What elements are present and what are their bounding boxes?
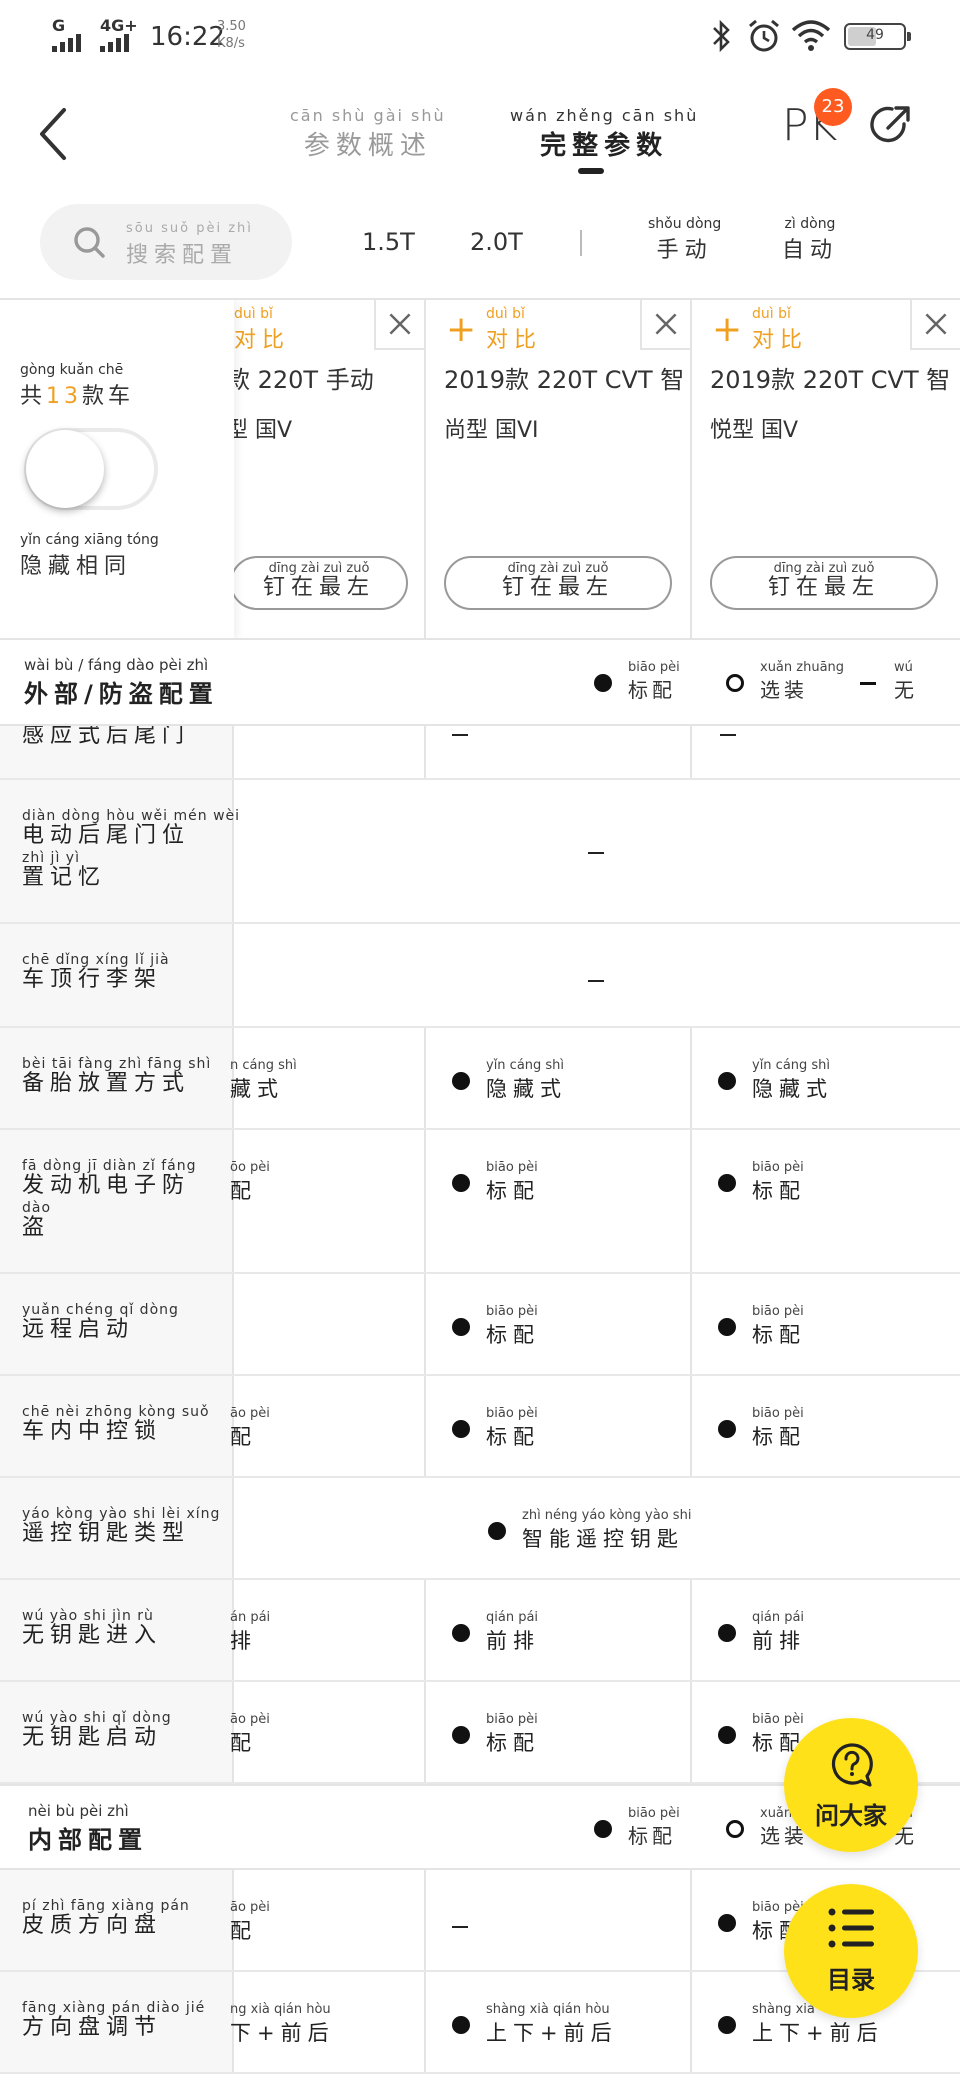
battery-icon: 49 bbox=[844, 23, 911, 50]
compare-controls: gòng kuǎn chē 共13款车 yǐn cáng xiāng tóng … bbox=[0, 300, 234, 638]
table-row: diàn dòng hòu wěi mén wèi 电动后尾门位 zhì jì y… bbox=[0, 780, 960, 924]
table-row: chē dǐng xíng lǐ jià 车顶行李架 bbox=[0, 924, 960, 1028]
share-icon[interactable] bbox=[868, 102, 914, 148]
filter-divider bbox=[580, 230, 582, 256]
network-speed: 3.50 K8/s bbox=[217, 19, 246, 51]
hide-same-toggle[interactable] bbox=[24, 428, 158, 510]
table-row: chē nèi zhōng kòng suǒ 车内中控锁 āo pèi 配 biāo… bbox=[0, 1376, 960, 1478]
question-bubble-icon bbox=[831, 1743, 873, 1787]
compare-header: duì bǐ 对比 款 220T 手动 型 国V dīng zài zuì zu… bbox=[0, 298, 960, 640]
close-icon[interactable] bbox=[374, 300, 424, 350]
close-icon[interactable] bbox=[640, 300, 690, 350]
pk-count-badge: 23 bbox=[814, 88, 852, 126]
bluetooth-icon bbox=[713, 19, 730, 53]
header: cān shù gài shù 参数概述 wán zhěng cān shù 完… bbox=[0, 80, 960, 190]
close-icon[interactable] bbox=[910, 300, 960, 350]
filter-auto[interactable]: zì dòng 自动 bbox=[782, 216, 838, 264]
status-time: 16:22 bbox=[150, 22, 225, 52]
wifi-icon bbox=[791, 20, 831, 51]
pin-left-button[interactable]: dīng zài zuì zuǒ 钉在最左 bbox=[444, 556, 672, 610]
filter-manual[interactable]: shǒu dòng 手动 bbox=[648, 216, 721, 264]
table-row: wú yào shi jìn rù 无钥匙进入 án pái 排 qián pái 前… bbox=[0, 1580, 960, 1682]
ask-everyone-button[interactable]: 问大家 bbox=[784, 1718, 918, 1852]
plus-icon: + bbox=[446, 309, 477, 350]
table-row: yuǎn chéng qǐ dòng 远程启动 biāo pèi 标配 biāo p… bbox=[0, 1274, 960, 1376]
alarm-icon bbox=[749, 19, 779, 52]
section-exterior: wài bù / fáng dào pèi zhì 外部/防盗配置 biāo p… bbox=[0, 640, 960, 726]
search-icon bbox=[74, 227, 105, 258]
filter-bar: sōu suǒ pèi zhì 搜索配置 1.5T 2.0T shǒu dòng… bbox=[0, 200, 960, 288]
plus-icon: + bbox=[712, 309, 743, 350]
table-of-contents-button[interactable]: 目录 bbox=[784, 1884, 918, 2018]
list-icon bbox=[828, 1908, 874, 1948]
car-count: 共13款车 bbox=[20, 384, 135, 409]
filter-1-5t[interactable]: 1.5T bbox=[362, 228, 415, 256]
hide-same-label: 隐藏相同 bbox=[20, 554, 133, 579]
status-bar: G 4G+ 16:22 3.50 K8/s 49 bbox=[0, 0, 960, 70]
car-card-2: + duì bǐ 对比 2019款 220T CVT 智 尚型 国VI dīng… bbox=[426, 300, 692, 638]
table-row: yáo kòng yào shi lèi xíng 遥控钥匙类型 zhì néng… bbox=[0, 1478, 960, 1580]
search-config-input[interactable]: sōu suǒ pèi zhì 搜索配置 bbox=[40, 204, 292, 280]
filter-2-0t[interactable]: 2.0T bbox=[470, 228, 523, 256]
pin-left-button[interactable]: dīng zài zuì zuǒ 钉在最左 bbox=[230, 556, 408, 610]
table-row: 感应式后尾门 bbox=[0, 726, 960, 780]
table-row: bèi tāi fàng zhì fāng shì 备胎放置方式 n cáng s… bbox=[0, 1028, 960, 1130]
table-row: fā dòng jī diàn zǐ fáng 发动机电子防 dào 盗 ōo pè… bbox=[0, 1130, 960, 1274]
tab-indicator bbox=[578, 168, 604, 174]
pin-left-button[interactable]: dīng zài zuì zuǒ 钉在最左 bbox=[710, 556, 938, 610]
tab-full-params[interactable]: wán zhěng cān shù 完整参数 bbox=[510, 106, 698, 162]
back-icon[interactable] bbox=[34, 104, 74, 164]
tab-overview[interactable]: cān shù gài shù 参数概述 bbox=[290, 106, 446, 162]
car-card-3: + duì bǐ 对比 2019款 220T CVT 智 悦型 国V dīng … bbox=[692, 300, 960, 638]
